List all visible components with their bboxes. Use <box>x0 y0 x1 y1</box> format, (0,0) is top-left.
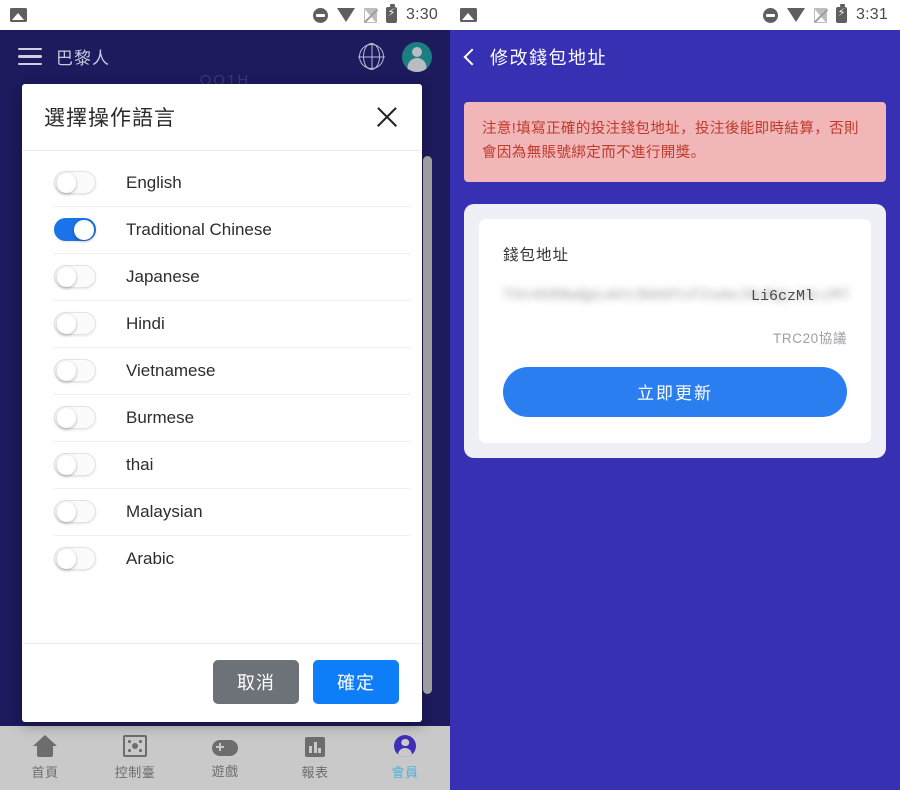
dialog-title: 選擇操作語言 <box>44 107 176 130</box>
signal-off-icon <box>364 7 378 23</box>
language-toggle[interactable] <box>54 406 96 429</box>
nav-label: 會員 <box>391 765 419 780</box>
battery-charging-icon <box>836 4 848 23</box>
user-avatar-icon[interactable] <box>402 41 432 72</box>
home-icon <box>33 735 57 757</box>
language-label: Burmese <box>126 407 195 427</box>
list-item[interactable]: thai <box>22 441 422 488</box>
dialog-footer: 取消 確定 <box>22 644 422 722</box>
language-label: Vietnamese <box>126 360 216 380</box>
language-label: Traditional Chinese <box>126 219 272 239</box>
nav-item-reports[interactable]: 報表 <box>270 736 360 781</box>
list-item[interactable]: Burmese <box>22 394 422 441</box>
list-item[interactable]: English <box>22 159 422 206</box>
nav-item-console[interactable]: 控制臺 <box>90 735 180 781</box>
status-right-icons: 3:30 <box>313 4 438 24</box>
app-title: 巴黎人 <box>56 49 110 68</box>
language-toggle[interactable] <box>54 171 96 194</box>
back-chevron-icon[interactable] <box>463 48 481 66</box>
warning-text: 注意!填寫正確的投注錢包地址，投注後能即時結算，否則會因為無賬號綁定而不進行開獎… <box>482 121 859 161</box>
protocol-note: TRC20協議 <box>773 330 847 346</box>
language-toggle[interactable] <box>54 312 96 335</box>
language-toggle[interactable] <box>54 218 96 241</box>
dual-screenshot: 3:30 巴黎人 QQ1H 選擇操作語言 English <box>0 0 900 790</box>
photo-icon <box>460 8 477 22</box>
status-left-icons <box>460 8 477 22</box>
nav-label: 報表 <box>301 764 329 780</box>
wifi-icon <box>337 8 356 22</box>
gamepad-icon <box>212 739 238 756</box>
app-bar-actions <box>359 41 432 72</box>
dnd-icon <box>313 7 329 23</box>
language-toggle[interactable] <box>54 547 96 570</box>
right-app-bar: 修改錢包地址 <box>450 30 900 84</box>
status-right-icons: 3:31 <box>763 4 888 24</box>
status-time: 3:30 <box>406 6 438 23</box>
wallet-outer-card: 錢包地址 TXn4kR8wQpLmVz3bHdYcF2sAeJ9uNgLi6cz… <box>464 203 886 458</box>
left-phone-screen: 3:30 巴黎人 QQ1H 選擇操作語言 English <box>0 0 450 790</box>
list-item[interactable]: Hindi <box>22 300 422 347</box>
bottom-navigation: 首頁 控制臺 遊戲 報表 會員 <box>0 726 450 790</box>
cancel-button[interactable]: 取消 <box>213 660 299 704</box>
member-icon <box>394 735 416 757</box>
nav-item-home[interactable]: 首頁 <box>0 735 90 781</box>
language-toggle[interactable] <box>54 265 96 288</box>
list-item[interactable]: Malaysian <box>22 488 422 535</box>
language-label: Malaysian <box>126 501 203 521</box>
page-title: 修改錢包地址 <box>490 48 607 68</box>
left-app-bar: 巴黎人 <box>0 30 450 83</box>
wallet-inner-card: 錢包地址 TXn4kR8wQpLmVz3bHdYcF2sAeJ9uNgLi6cz… <box>479 218 871 443</box>
dialog-header: 選擇操作語言 <box>22 84 422 150</box>
dnd-icon <box>763 7 779 23</box>
wifi-icon <box>787 8 806 22</box>
globe-icon[interactable] <box>359 43 384 70</box>
nav-item-member[interactable]: 會員 <box>360 735 450 781</box>
list-item[interactable]: Arabic <box>22 535 422 582</box>
right-status-bar: 3:31 <box>450 0 900 30</box>
language-toggle[interactable] <box>54 453 96 476</box>
console-icon <box>123 735 147 757</box>
dialog-scrollbar[interactable] <box>423 156 432 694</box>
nav-item-games[interactable]: 遊戲 <box>180 737 270 780</box>
battery-charging-icon <box>386 4 398 23</box>
status-time: 3:31 <box>856 6 888 23</box>
language-toggle[interactable] <box>54 500 96 523</box>
language-label: Hindi <box>126 313 165 333</box>
photo-icon <box>10 8 27 22</box>
confirm-button[interactable]: 確定 <box>313 660 399 704</box>
warning-banner: 注意!填寫正確的投注錢包地址，投注後能即時結算，否則會因為無賬號綁定而不進行開獎… <box>464 102 886 182</box>
left-status-bar: 3:30 <box>0 0 450 30</box>
chart-icon <box>305 736 325 757</box>
list-item[interactable]: Japanese <box>22 253 422 300</box>
close-icon[interactable] <box>374 104 400 130</box>
wallet-address-field[interactable]: TXn4kR8wQpLmVz3bHdYcF2sAeJ9uNgLi6czMlQv7… <box>503 287 847 313</box>
language-list[interactable]: English Traditional Chinese Japanese Hin… <box>22 151 422 643</box>
status-left-icons <box>10 8 27 22</box>
update-button[interactable]: 立即更新 <box>503 366 847 417</box>
wallet-address-visible-fragment: Li6czMl <box>751 287 815 305</box>
language-label: thai <box>126 454 154 474</box>
language-label: Arabic <box>126 548 175 568</box>
language-dialog: 選擇操作語言 English Traditional Chinese Japan… <box>22 84 432 722</box>
language-label: English <box>126 172 182 192</box>
signal-off-icon <box>814 7 828 23</box>
nav-label: 遊戲 <box>211 763 239 779</box>
wallet-address-label: 錢包地址 <box>503 246 570 264</box>
list-item[interactable]: Vietnamese <box>22 347 422 394</box>
nav-label: 首頁 <box>31 765 59 780</box>
language-label: Japanese <box>126 266 200 286</box>
list-item[interactable]: Traditional Chinese <box>22 206 422 253</box>
language-toggle[interactable] <box>54 359 96 382</box>
hamburger-icon[interactable] <box>18 47 42 66</box>
nav-label: 控制臺 <box>114 765 156 780</box>
right-phone-screen: 3:31 修改錢包地址 注意!填寫正確的投注錢包地址，投注後能即時結算，否則會因… <box>450 0 900 790</box>
